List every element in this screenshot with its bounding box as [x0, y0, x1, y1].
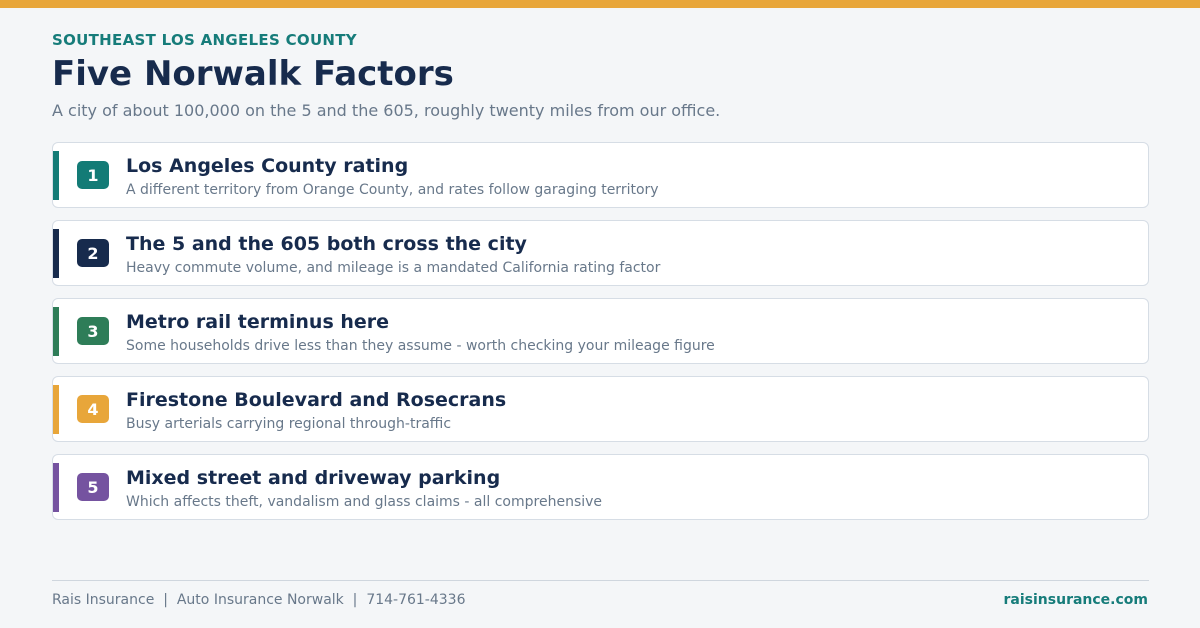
- factor-card-2: 2 The 5 and the 605 both cross the city …: [52, 220, 1149, 286]
- factor-title: Firestone Boulevard and Rosecrans: [126, 389, 507, 411]
- factor-card-5: 5 Mixed street and driveway parking Whic…: [52, 454, 1149, 520]
- page-subtitle: A city of about 100,000 on the 5 and the…: [52, 101, 721, 120]
- factor-title: Los Angeles County rating: [126, 155, 409, 177]
- factor-card-1: 1 Los Angeles County rating A different …: [52, 142, 1149, 208]
- footer-page-name: Auto Insurance Norwalk: [176, 592, 344, 608]
- factor-number-badge: 5: [77, 473, 109, 501]
- factor-title: The 5 and the 605 both cross the city: [126, 233, 527, 255]
- factor-description: Which affects theft, vandalism and glass…: [126, 494, 603, 510]
- footer-website-link[interactable]: raisinsurance.com: [1004, 592, 1148, 608]
- footer-info: Rais Insurance | Auto Insurance Norwalk …: [52, 592, 466, 608]
- page-title: Five Norwalk Factors: [52, 54, 454, 94]
- factor-number-badge: 4: [77, 395, 109, 423]
- footer-separator: |: [154, 592, 177, 608]
- factor-description: A different territory from Orange County…: [126, 182, 659, 198]
- factor-description: Heavy commute volume, and mileage is a m…: [126, 260, 661, 276]
- factor-title: Mixed street and driveway parking: [126, 467, 501, 489]
- factor-accent-bar: [53, 463, 59, 512]
- factor-number-badge: 2: [77, 239, 109, 267]
- factor-accent-bar: [53, 307, 59, 356]
- factor-description: Busy arterials carrying regional through…: [126, 416, 452, 432]
- footer-brand: Rais Insurance: [52, 592, 155, 608]
- eyebrow-label: SOUTHEAST LOS ANGELES COUNTY: [52, 31, 357, 49]
- factor-accent-bar: [53, 151, 59, 200]
- footer-divider: [52, 580, 1149, 581]
- factor-title: Metro rail terminus here: [126, 311, 390, 333]
- factor-card-3: 3 Metro rail terminus here Some househol…: [52, 298, 1149, 364]
- factor-accent-bar: [53, 229, 59, 278]
- factor-accent-bar: [53, 385, 59, 434]
- footer-phone: 714-761-4336: [366, 592, 466, 608]
- factor-description: Some households drive less than they ass…: [126, 338, 715, 354]
- factor-list: 1 Los Angeles County rating A different …: [52, 142, 1149, 532]
- factor-number-badge: 1: [77, 161, 109, 189]
- factor-number-badge: 3: [77, 317, 109, 345]
- factor-card-4: 4 Firestone Boulevard and Rosecrans Busy…: [52, 376, 1149, 442]
- top-accent-bar: [0, 0, 1200, 8]
- footer-separator: |: [343, 592, 367, 608]
